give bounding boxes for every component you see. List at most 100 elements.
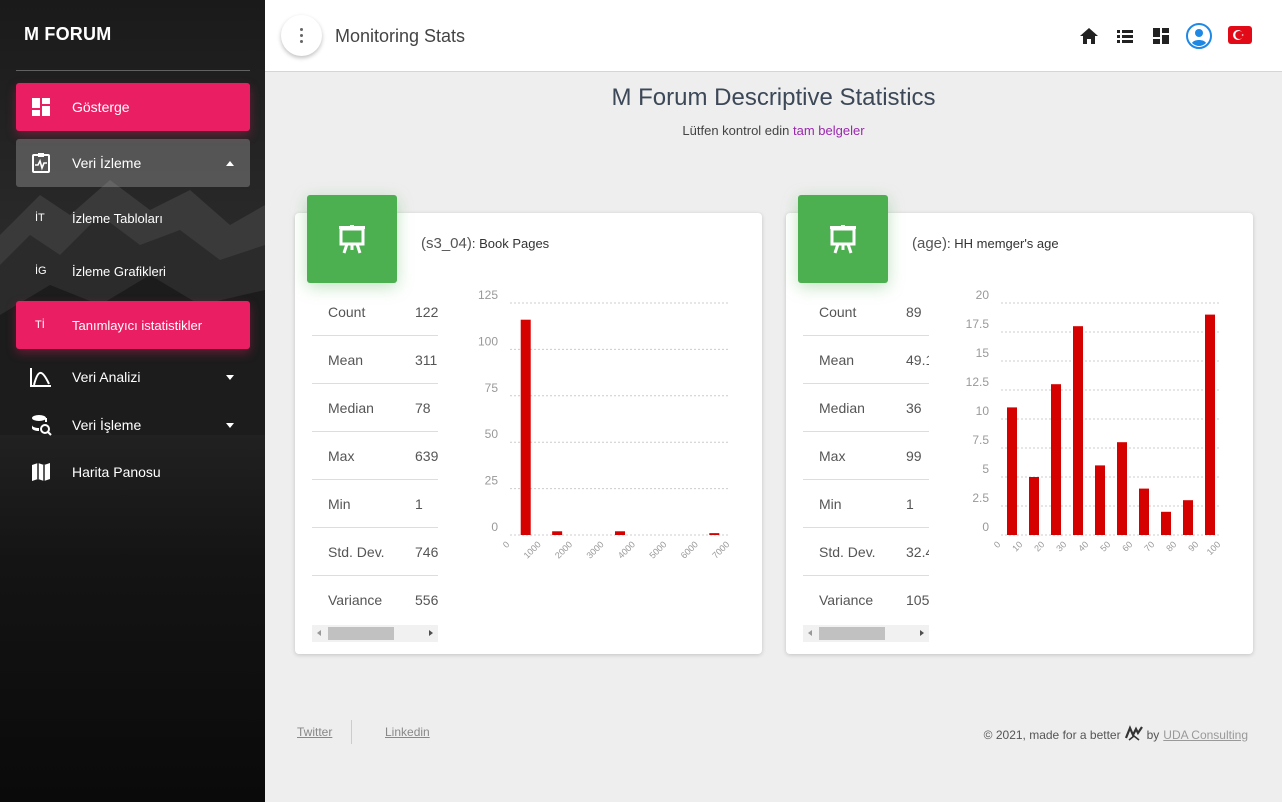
nav-subitem-abbr: İT (35, 212, 45, 224)
x-tick-label: 30 (1054, 539, 1068, 553)
stat-value: 49.1 (906, 352, 929, 368)
y-tick-label: 17.5 (966, 317, 990, 331)
histogram-chart: 20 17.5 15 12.5 10 7.5 5 2.5 00 10 20 30 40 50 60 70 80 9… (966, 288, 1223, 557)
stat-label: Variance (328, 592, 383, 608)
horizontal-scrollbar[interactable] (312, 625, 438, 642)
stat-value: 78 (415, 400, 431, 416)
histogram-bar (1051, 384, 1061, 535)
stat-label: Mean (819, 352, 855, 368)
stat-label: Max (819, 448, 846, 464)
histogram-bar (1095, 465, 1105, 535)
scroll-right-arrow-icon[interactable] (920, 630, 924, 636)
histogram-bar (1029, 477, 1039, 535)
histogram-bar (709, 533, 720, 535)
presentation-chart-icon (798, 195, 888, 283)
nav-item-veri-analizi[interactable]: Veri Analizi (16, 353, 250, 401)
top-navbar: Monitoring Stats (265, 0, 1282, 72)
footer-link-linkedin[interactable]: Linkedin (385, 725, 430, 739)
card-title: (s3_04): Book Pages (421, 235, 549, 252)
nav-item-label: Gösterge (72, 99, 130, 115)
map-icon (30, 461, 52, 483)
stat-value: 1 (906, 496, 914, 512)
nav-subitem-label: İzleme Tabloları (72, 210, 163, 226)
stat-value: 105 (906, 592, 929, 608)
variable-code: (s3_04) (421, 235, 472, 252)
nav-subitem-abbr: Tİ (35, 319, 45, 331)
stat-row: Median 78 (312, 384, 438, 432)
stat-value: 1 (415, 496, 423, 512)
x-tick-label: 0 (992, 539, 1003, 550)
stat-label: Median (328, 400, 374, 416)
divider (16, 70, 250, 71)
scroll-right-arrow-icon[interactable] (429, 630, 433, 636)
nav-item-label: Veri İşleme (72, 417, 142, 433)
presentation-chart-icon (307, 195, 397, 283)
x-tick-label: 3000 (584, 539, 605, 560)
stat-label: Std. Dev. (819, 544, 876, 560)
analysis-curve-icon (30, 366, 52, 388)
stat-row: Max 99 (803, 432, 929, 480)
stat-label: Count (328, 304, 366, 320)
nav-item-veri-isleme[interactable]: Veri İşleme (16, 401, 250, 449)
stat-value: 639 (415, 448, 438, 464)
nav-subitem-izleme-grafikleri[interactable]: İG İzleme Grafikleri (16, 251, 250, 291)
histogram-bar (1007, 407, 1017, 535)
more-vert-button[interactable] (281, 15, 322, 56)
copyright-text: © 2021, made for a better (983, 727, 1121, 742)
x-tick-label: 5000 (647, 539, 668, 560)
nav-item-label: Veri Analizi (72, 369, 141, 385)
chevron-down-icon (226, 374, 234, 380)
nav-item-veri-izleme[interactable]: Veri İzleme (16, 139, 250, 187)
y-tick-label: 20 (976, 288, 990, 302)
nav-subitem-tanimlayici-istatistikler[interactable]: Tİ Tanımlayıcı istatistikler (16, 301, 250, 349)
stats-card-hh-age: (age): HH memger's age Count 89 Mean 49.1 … (786, 195, 1253, 654)
list-icon[interactable] (1113, 24, 1137, 48)
scroll-left-arrow-icon[interactable] (317, 630, 321, 636)
y-tick-label: 15 (976, 346, 990, 360)
nav-subitem-label: İzleme Grafikleri (72, 263, 166, 279)
footer-link-twitter[interactable]: Twitter (297, 725, 332, 739)
card-title: (age): HH memger's age (912, 235, 1059, 252)
y-tick-label: 7.5 (972, 433, 989, 447)
y-tick-label: 2.5 (972, 491, 989, 505)
stat-row: Count 122 (312, 288, 438, 336)
stat-value: 32.4 (906, 544, 929, 560)
scroll-left-arrow-icon[interactable] (808, 630, 812, 636)
histogram-bar (552, 531, 563, 535)
histogram-bar (615, 531, 625, 535)
company-link[interactable]: UDA Consulting (1163, 728, 1248, 742)
scrollbar-thumb[interactable] (819, 627, 885, 640)
account-circle-icon[interactable] (1185, 22, 1213, 50)
dashboard-icon[interactable] (1149, 24, 1173, 48)
stat-row: Std. Dev. 746 (312, 528, 438, 576)
x-tick-label: 40 (1076, 539, 1090, 553)
home-icon[interactable] (1077, 24, 1101, 48)
data-search-icon (30, 414, 52, 436)
y-tick-label: 10 (976, 404, 990, 418)
nav-item-label: Veri İzleme (72, 155, 142, 171)
x-tick-label: 90 (1186, 539, 1200, 553)
x-tick-label: 6000 (679, 539, 700, 560)
nav-subitem-izleme-tablolari[interactable]: İT İzleme Tabloları (16, 198, 250, 238)
brand-logo-text[interactable]: M FORUM (24, 24, 111, 45)
stat-value: 556 (415, 592, 438, 608)
y-tick-label: 25 (485, 474, 499, 488)
x-tick-label: 10 (1010, 539, 1024, 553)
stat-label: Count (819, 304, 857, 320)
nav-item-gosterge[interactable]: Gösterge (16, 83, 250, 131)
y-tick-label: 75 (485, 381, 499, 395)
y-tick-label: 5 (982, 462, 989, 476)
nav-subitem-abbr: İG (35, 265, 47, 277)
scrollbar-thumb[interactable] (328, 627, 394, 640)
stat-row: Min 1 (312, 480, 438, 528)
variable-code: (age) (912, 235, 948, 252)
documentation-link[interactable]: tam belgeler (793, 123, 865, 138)
stat-label: Max (328, 448, 355, 464)
stat-value: 36 (906, 400, 922, 416)
stat-row: Std. Dev. 32.4 (803, 528, 929, 576)
horizontal-scrollbar[interactable] (803, 625, 929, 642)
turkish-flag-icon[interactable] (1227, 24, 1253, 46)
nav-item-harita-panosu[interactable]: Harita Panosu (16, 448, 250, 496)
y-tick-label: 12.5 (966, 375, 990, 389)
x-tick-label: 100 (1205, 539, 1223, 557)
